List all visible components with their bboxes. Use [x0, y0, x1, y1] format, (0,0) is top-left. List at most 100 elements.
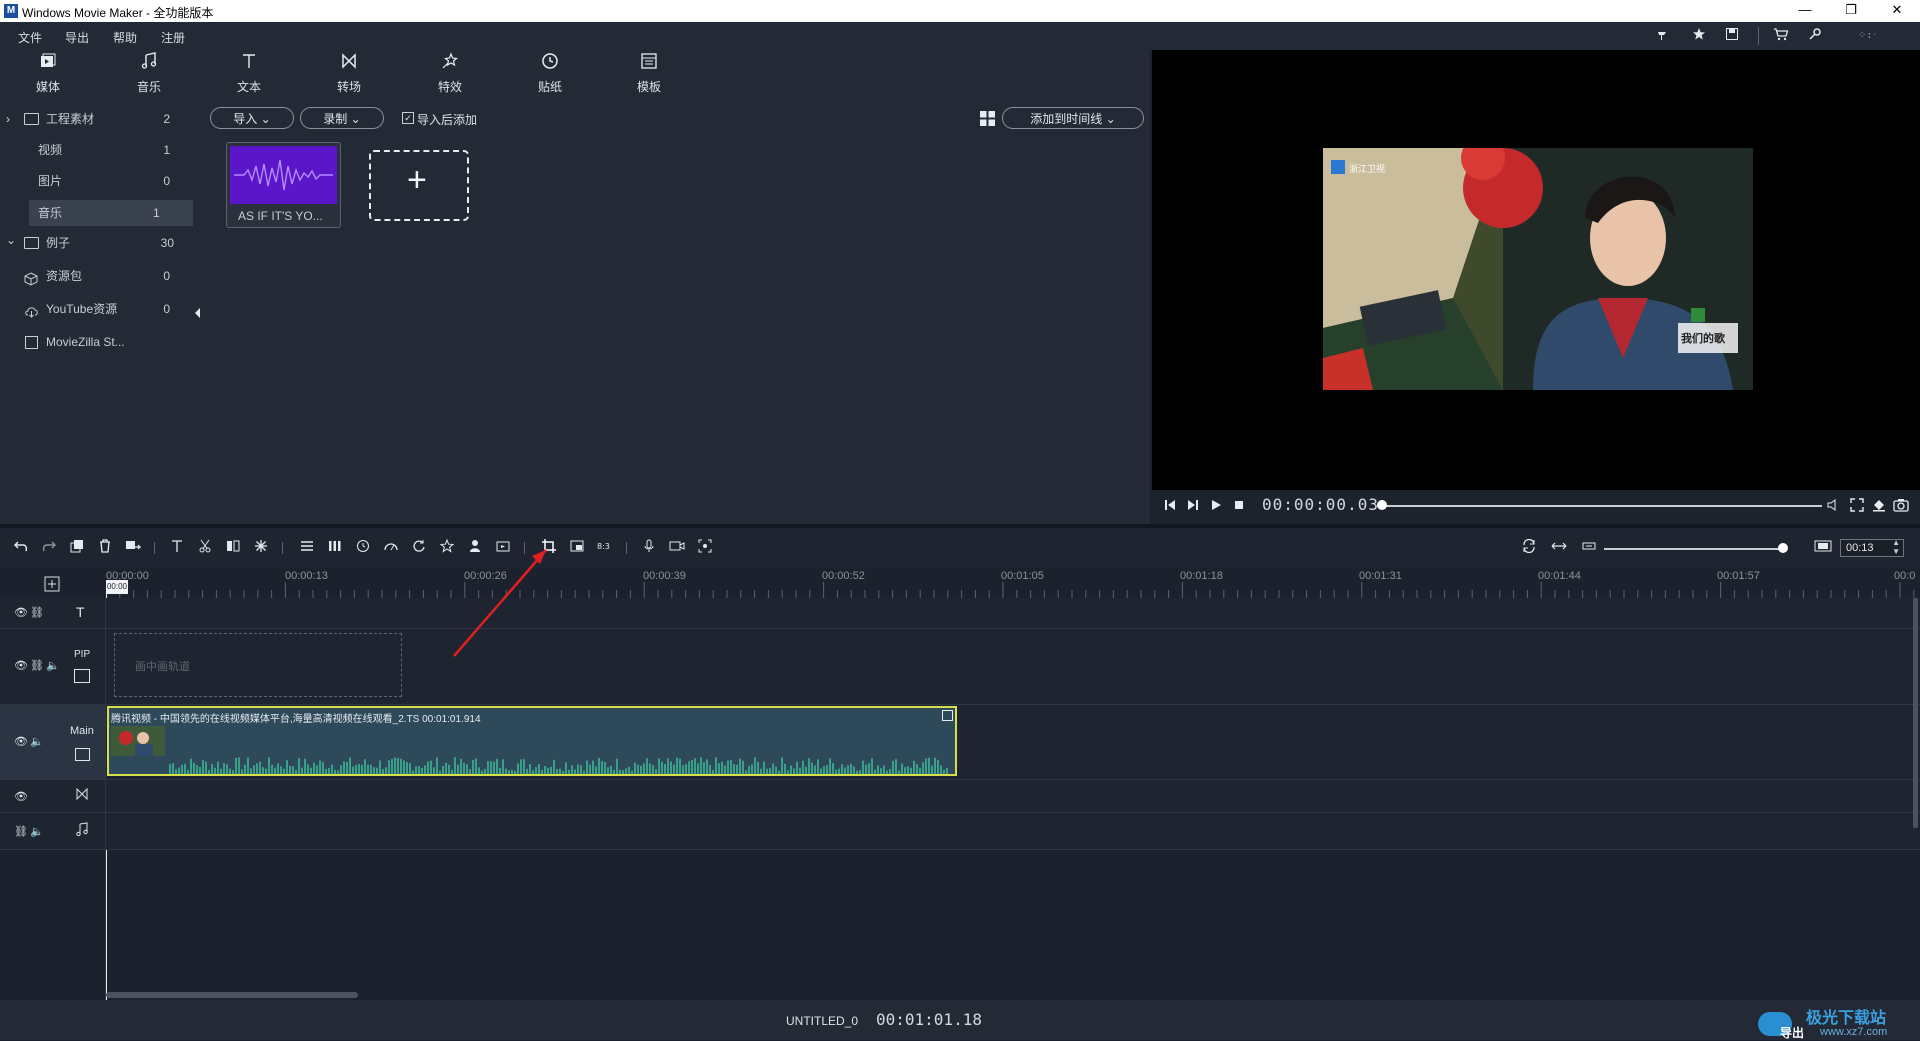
close-button[interactable]: ✕: [1874, 0, 1920, 22]
volume-icon[interactable]: [1824, 498, 1842, 514]
eye-icon[interactable]: 👁: [14, 790, 28, 803]
add-media-button[interactable]: +: [369, 150, 469, 221]
zoom-slider-handle[interactable]: [1778, 543, 1788, 553]
speed-icon[interactable]: [382, 539, 400, 557]
pin-icon[interactable]: [1653, 27, 1671, 45]
zoom-out-icon[interactable]: [1580, 539, 1598, 557]
freeze-icon[interactable]: [252, 539, 270, 557]
chevron-right-icon[interactable]: ›: [6, 106, 10, 132]
cart-icon[interactable]: [1772, 27, 1790, 45]
menu-register[interactable]: 注册: [161, 29, 185, 46]
spinner-down-icon[interactable]: ▼: [1892, 548, 1900, 556]
category-effects[interactable]: 特效: [418, 50, 482, 104]
cut-icon[interactable]: [196, 539, 214, 557]
media-item[interactable]: AS IF IT'S YO...: [226, 142, 341, 228]
pip-placeholder[interactable]: 画中画轨道: [114, 633, 402, 697]
export-area[interactable]: 极光下载站 导出 www.xz7.com: [1758, 1004, 1908, 1040]
timeline-vertical-scrollbar[interactable]: [1913, 598, 1918, 828]
speaker-icon[interactable]: 🔈: [46, 659, 60, 672]
microphone-icon[interactable]: [640, 539, 658, 557]
star-icon[interactable]: [1690, 27, 1708, 45]
copy-icon[interactable]: [68, 539, 86, 557]
add-to-timeline-dropdown[interactable]: 添加到时间线 ⌄: [1002, 107, 1144, 129]
link-icon[interactable]: ⛓: [30, 606, 44, 619]
eye-icon[interactable]: 👁: [14, 659, 28, 672]
collapse-panel-icon[interactable]: [195, 308, 200, 318]
speaker-icon[interactable]: 🔈: [30, 825, 44, 838]
waveform-bar: [409, 763, 411, 774]
stop-icon[interactable]: [1230, 498, 1248, 514]
redo-icon[interactable]: [40, 539, 58, 557]
chevron-down-icon[interactable]: ⌄: [6, 227, 16, 253]
undo-icon[interactable]: [12, 539, 30, 557]
menu-export[interactable]: 导出: [65, 29, 89, 46]
preview-progress-track[interactable]: [1382, 505, 1822, 507]
import-add-checkbox[interactable]: ✓: [402, 112, 414, 124]
save-icon[interactable]: [1723, 27, 1741, 45]
clip-menu-icon[interactable]: [942, 710, 953, 721]
restore-button[interactable]: ❐: [1828, 0, 1874, 22]
split-icon[interactable]: [224, 539, 242, 557]
play-icon[interactable]: [1207, 498, 1225, 514]
import-dropdown[interactable]: 导入 ⌄: [210, 107, 294, 129]
category-template[interactable]: 模板: [617, 50, 681, 104]
share-icon[interactable]: ⁘:⁘: [1858, 27, 1881, 45]
spinner-up-icon[interactable]: ▲: [1892, 539, 1900, 547]
skip-back-icon[interactable]: [1161, 498, 1179, 514]
tree-item-moviezilla[interactable]: MovieZilla St...: [0, 329, 200, 355]
delete-icon[interactable]: [96, 539, 114, 557]
zoom-in-icon[interactable]: [1814, 539, 1832, 557]
category-text[interactable]: 文本: [217, 50, 281, 104]
paint-bucket-icon[interactable]: [1870, 498, 1888, 515]
folder-icon: [24, 113, 39, 125]
menu-help[interactable]: 帮助: [113, 29, 137, 46]
audio-mixer-icon[interactable]: [326, 539, 344, 557]
minimize-button[interactable]: —: [1782, 0, 1828, 22]
eye-icon[interactable]: 👁: [14, 606, 28, 619]
record-dropdown[interactable]: 录制 ⌄: [300, 107, 384, 129]
category-transition[interactable]: 转场: [317, 50, 381, 104]
speaker-icon[interactable]: 🔈: [30, 735, 44, 748]
camera-icon[interactable]: [668, 539, 686, 557]
link-icon[interactable]: ⛓: [30, 659, 44, 672]
grid-view-icon[interactable]: [980, 111, 995, 126]
link-icon[interactable]: ⛓: [14, 825, 28, 838]
video-clip[interactable]: 腾讯视频 - 中国领先的在线视频媒体平台,海量高清视频在线观看_2.TS 00:…: [107, 706, 957, 776]
zoom-value-field[interactable]: 00:13 ▲ ▼: [1840, 539, 1904, 557]
add-track-icon[interactable]: [44, 576, 60, 595]
waveform-bar: [217, 761, 219, 774]
duration-icon[interactable]: [354, 539, 372, 557]
tree-item-resource-pack[interactable]: 资源包 0: [0, 263, 200, 289]
properties-icon[interactable]: [298, 539, 316, 557]
rotate-icon[interactable]: [410, 539, 428, 557]
picture-in-picture-icon[interactable]: [568, 539, 586, 557]
category-music[interactable]: 音乐: [117, 50, 181, 104]
sync-icon[interactable]: [1520, 538, 1538, 557]
tree-item-youtube[interactable]: YouTube资源 0: [0, 296, 200, 322]
fit-width-icon[interactable]: [1550, 539, 1568, 557]
aspect-ratio-icon[interactable]: 8:3: [596, 539, 614, 557]
export-button[interactable]: 导出: [1780, 1024, 1804, 1041]
screen-record-icon[interactable]: [696, 539, 714, 557]
category-sticker[interactable]: 贴纸: [518, 50, 582, 104]
snapshot-icon[interactable]: [1892, 498, 1910, 515]
fullscreen-icon[interactable]: [1848, 498, 1866, 515]
waveform-bar: [766, 768, 768, 774]
add-text-icon[interactable]: [168, 539, 186, 557]
replace-icon[interactable]: [124, 539, 142, 557]
tree-item-examples[interactable]: ⌄ 例子 30: [0, 230, 200, 256]
tree-item-video[interactable]: 视频 1: [0, 137, 200, 163]
timeline-horizontal-scrollbar[interactable]: [106, 992, 358, 998]
step-frame-icon[interactable]: [1184, 498, 1202, 514]
eye-icon[interactable]: 👁: [14, 735, 28, 748]
tree-item-project[interactable]: › 工程素材 2: [0, 106, 200, 132]
key-icon[interactable]: [1806, 27, 1824, 45]
category-media[interactable]: 媒体: [16, 50, 80, 104]
menu-file[interactable]: 文件: [18, 29, 42, 46]
zoom-slider-track[interactable]: [1604, 548, 1780, 550]
preview-progress-handle[interactable]: [1377, 500, 1387, 510]
tree-item-music[interactable]: 音乐 1: [29, 200, 193, 226]
waveform-bar: [655, 769, 657, 774]
playhead-handle[interactable]: 00:00: [106, 580, 128, 594]
tree-item-image[interactable]: 图片 0: [0, 168, 200, 194]
